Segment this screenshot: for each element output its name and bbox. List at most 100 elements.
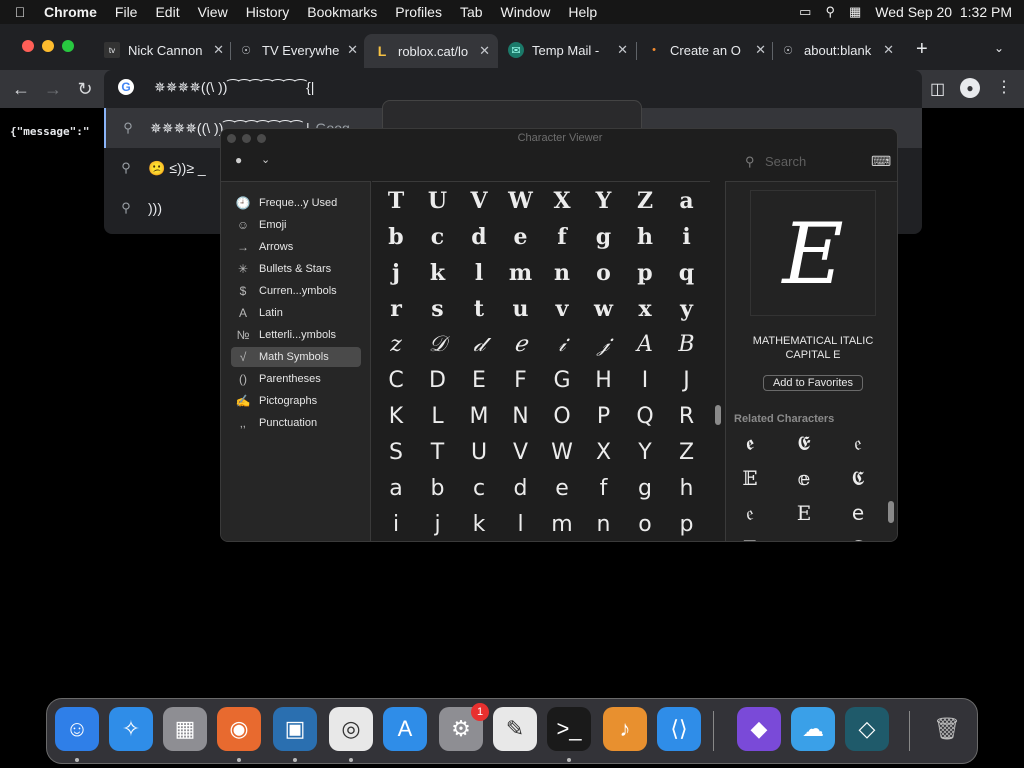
character-cell[interactable]: r bbox=[376, 291, 416, 327]
character-cell[interactable]: m bbox=[501, 255, 541, 291]
character-cell[interactable]: F bbox=[501, 363, 541, 399]
character-cell[interactable]: i bbox=[667, 219, 707, 255]
character-cell[interactable]: p bbox=[625, 255, 665, 291]
close-tab-icon[interactable]: ✕ bbox=[883, 42, 894, 58]
character-cell[interactable]: y bbox=[667, 291, 707, 327]
character-cell[interactable]: 𝒾 bbox=[542, 327, 582, 363]
character-cell[interactable]: T bbox=[418, 435, 458, 471]
character-cell[interactable]: b bbox=[376, 219, 416, 255]
character-cell[interactable]: D bbox=[418, 363, 458, 399]
character-cell[interactable]: B bbox=[667, 327, 707, 363]
tab-roblox[interactable]: L roblox.cat/lo ✕ bbox=[364, 34, 498, 68]
forward-button[interactable]: → bbox=[42, 78, 64, 100]
character-cell[interactable]: R bbox=[667, 399, 707, 435]
character-cell[interactable]: p bbox=[667, 507, 707, 541]
character-cell[interactable]: T bbox=[376, 183, 416, 219]
character-cell[interactable]: g bbox=[584, 219, 624, 255]
grid-scrollbar[interactable] bbox=[715, 405, 721, 425]
cv-search-field[interactable]: ⚲ Search bbox=[739, 151, 855, 173]
character-cell[interactable]: S bbox=[376, 435, 416, 471]
related-character-cell[interactable]: 𝔢 bbox=[730, 498, 770, 528]
category-item[interactable]: 🕘 Freque...y Used bbox=[231, 193, 361, 213]
control-center-icon[interactable]: ▦ bbox=[849, 4, 861, 20]
character-cell[interactable]: j bbox=[418, 507, 458, 541]
close-window-button[interactable] bbox=[22, 40, 34, 52]
character-cell[interactable]: w bbox=[584, 291, 624, 327]
character-cell[interactable]: X bbox=[542, 183, 582, 219]
related-character-cell[interactable]: Ɛ bbox=[838, 533, 878, 541]
related-character-cell[interactable]: 𝕮 bbox=[838, 463, 878, 493]
vscode-icon[interactable]: ⟨⟩ bbox=[657, 707, 701, 751]
related-character-cell[interactable]: 𝖾 bbox=[838, 498, 878, 528]
character-cell[interactable]: O bbox=[542, 399, 582, 435]
character-cell[interactable]: d bbox=[501, 471, 541, 507]
spotlight-search-icon[interactable]: ⚲ bbox=[825, 4, 835, 20]
related-character-cell[interactable]: 𝔢 bbox=[838, 428, 878, 458]
related-character-cell[interactable]: 𝖊 bbox=[730, 428, 770, 458]
character-cell[interactable]: h bbox=[667, 471, 707, 507]
tab-nick-cannon[interactable]: tv Nick Cannon ✕ bbox=[104, 36, 224, 64]
character-cell[interactable]: m bbox=[542, 507, 582, 541]
close-tab-icon[interactable]: ✕ bbox=[755, 42, 766, 58]
character-cell[interactable]: Q bbox=[625, 399, 665, 435]
tab-search-chevron-icon[interactable]: ⌄ bbox=[994, 41, 1004, 55]
menu-help[interactable]: Help bbox=[559, 4, 606, 20]
launchpad-icon[interactable]: ▦ bbox=[163, 707, 207, 751]
character-cell[interactable]: k bbox=[459, 507, 499, 541]
menu-window[interactable]: Window bbox=[492, 4, 560, 20]
character-cell[interactable]: e bbox=[501, 219, 541, 255]
related-character-cell[interactable]: 𝕰 bbox=[784, 428, 824, 458]
menu-view[interactable]: View bbox=[189, 4, 237, 20]
menu-file[interactable]: File bbox=[106, 4, 147, 20]
character-cell[interactable]: V bbox=[459, 183, 499, 219]
character-cell[interactable]: G bbox=[542, 363, 582, 399]
character-cell[interactable]: f bbox=[542, 219, 582, 255]
firefox-icon[interactable]: ◉ bbox=[217, 707, 261, 751]
character-cell[interactable]: K bbox=[376, 399, 416, 435]
character-cell[interactable]: 𝒟 bbox=[418, 327, 458, 363]
character-cell[interactable]: U bbox=[418, 183, 458, 219]
character-cell[interactable]: f bbox=[584, 471, 624, 507]
close-tab-icon[interactable]: ✕ bbox=[617, 42, 628, 58]
character-cell[interactable]: Z bbox=[625, 183, 665, 219]
related-character-cell[interactable]: 𝔢 bbox=[784, 533, 824, 541]
character-cell[interactable]: h bbox=[625, 219, 665, 255]
character-cell[interactable]: v bbox=[542, 291, 582, 327]
visualstudio-icon[interactable]: ◆ bbox=[737, 707, 781, 751]
character-cell[interactable]: z bbox=[376, 327, 416, 363]
apple-menu-icon[interactable]:  bbox=[0, 4, 40, 20]
menu-edit[interactable]: Edit bbox=[146, 4, 188, 20]
character-cell[interactable]: t bbox=[459, 291, 499, 327]
related-character-cell[interactable]: 𝔼 bbox=[730, 463, 770, 493]
tab-temp-mail[interactable]: ✉ Temp Mail - ✕ bbox=[508, 36, 628, 64]
character-cell[interactable]: e bbox=[542, 471, 582, 507]
appstore-icon[interactable]: A bbox=[383, 707, 427, 751]
character-cell[interactable]: J bbox=[667, 363, 707, 399]
character-cell[interactable]: k bbox=[418, 255, 458, 291]
weather-icon[interactable]: ☁ bbox=[791, 707, 835, 751]
action-menu-icon[interactable]: ● bbox=[235, 153, 242, 167]
zoom-window-button[interactable] bbox=[62, 40, 74, 52]
address-input[interactable]: ✵✵✵✵((\ ))⁀⁀⁀⁀⁀⁀⁀{| bbox=[154, 79, 314, 96]
character-cell[interactable]: o bbox=[625, 507, 665, 541]
new-tab-button[interactable]: + bbox=[916, 38, 928, 61]
character-cell[interactable]: o bbox=[584, 255, 624, 291]
character-cell[interactable]: i bbox=[376, 507, 416, 541]
character-cell[interactable]: d bbox=[459, 219, 499, 255]
safari-icon[interactable]: ✧ bbox=[109, 707, 153, 751]
character-cell[interactable]: a bbox=[376, 471, 416, 507]
character-cell[interactable]: ℯ bbox=[501, 327, 541, 363]
menu-bookmarks[interactable]: Bookmarks bbox=[298, 4, 386, 20]
character-cell[interactable]: E bbox=[459, 363, 499, 399]
side-panel-icon[interactable]: ◫ bbox=[930, 79, 945, 99]
menu-tab[interactable]: Tab bbox=[451, 4, 492, 20]
menubar-clock[interactable]: Wed Sep 20 1:32 PM bbox=[875, 4, 1012, 20]
character-cell[interactable]: U bbox=[459, 435, 499, 471]
category-item[interactable]: () Parentheses bbox=[231, 369, 361, 389]
character-cell[interactable]: 𝒹 bbox=[459, 327, 499, 363]
category-item[interactable]: √ Math Symbols bbox=[231, 347, 361, 367]
character-cell[interactable]: n bbox=[542, 255, 582, 291]
tab-tv-everywhere[interactable]: ☉ TV Everywhe ✕ bbox=[238, 36, 358, 64]
character-cell[interactable]: Z bbox=[667, 435, 707, 471]
character-cell[interactable]: Y bbox=[584, 183, 624, 219]
